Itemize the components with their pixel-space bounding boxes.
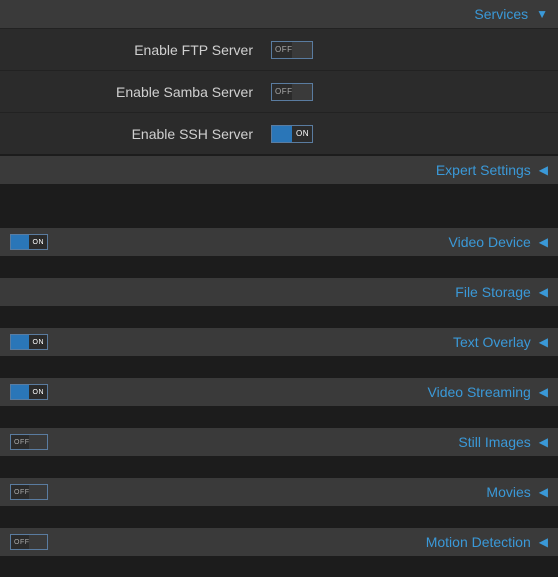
setting-row: Enable Samba Server OFF: [0, 70, 558, 112]
section-title: Video Streaming: [428, 384, 531, 400]
section-header-expert-settings[interactable]: Expert Settings ◀: [0, 156, 558, 184]
toggle-still-images[interactable]: OFF: [10, 434, 48, 450]
chevron-left-icon: ◀: [539, 436, 548, 448]
chevron-down-icon: ▼: [536, 8, 548, 20]
section-title: Still Images: [458, 434, 530, 450]
toggle-ssh-server[interactable]: ON: [271, 125, 313, 143]
toggle-video-streaming[interactable]: ON: [10, 384, 48, 400]
chevron-left-icon: ◀: [539, 164, 548, 176]
section-header-video-device[interactable]: ON Video Device ◀: [0, 228, 558, 256]
chevron-left-icon: ◀: [539, 486, 548, 498]
section-title: Motion Detection: [426, 534, 531, 550]
section-header-file-storage[interactable]: File Storage ◀: [0, 278, 558, 306]
section-title: Services: [474, 6, 528, 22]
section-title: File Storage: [455, 284, 530, 300]
toggle-video-device[interactable]: ON: [10, 234, 48, 250]
toggle-movies[interactable]: OFF: [10, 484, 48, 500]
setting-row: Enable SSH Server ON: [0, 112, 558, 154]
section-title: Text Overlay: [453, 334, 531, 350]
chevron-left-icon: ◀: [539, 236, 548, 248]
chevron-left-icon: ◀: [539, 386, 548, 398]
section-title: Movies: [486, 484, 530, 500]
toggle-text-overlay[interactable]: ON: [10, 334, 48, 350]
chevron-left-icon: ◀: [539, 336, 548, 348]
section-title: Video Device: [449, 234, 531, 250]
section-header-video-streaming[interactable]: ON Video Streaming ◀: [0, 378, 558, 406]
section-header-still-images[interactable]: OFF Still Images ◀: [0, 428, 558, 456]
toggle-motion-detection[interactable]: OFF: [10, 534, 48, 550]
chevron-left-icon: ◀: [539, 536, 548, 548]
toggle-samba-server[interactable]: OFF: [271, 83, 313, 101]
chevron-left-icon: ◀: [539, 286, 548, 298]
setting-row: Enable FTP Server OFF: [0, 28, 558, 70]
section-header-movies[interactable]: OFF Movies ◀: [0, 478, 558, 506]
setting-label: Enable Samba Server: [0, 84, 265, 100]
section-header-services[interactable]: Services ▼: [0, 0, 558, 28]
section-header-motion-detection[interactable]: OFF Motion Detection ◀: [0, 528, 558, 556]
setting-label: Enable FTP Server: [0, 42, 265, 58]
toggle-ftp-server[interactable]: OFF: [271, 41, 313, 59]
setting-label: Enable SSH Server: [0, 126, 265, 142]
section-title: Expert Settings: [436, 162, 531, 178]
section-header-text-overlay[interactable]: ON Text Overlay ◀: [0, 328, 558, 356]
